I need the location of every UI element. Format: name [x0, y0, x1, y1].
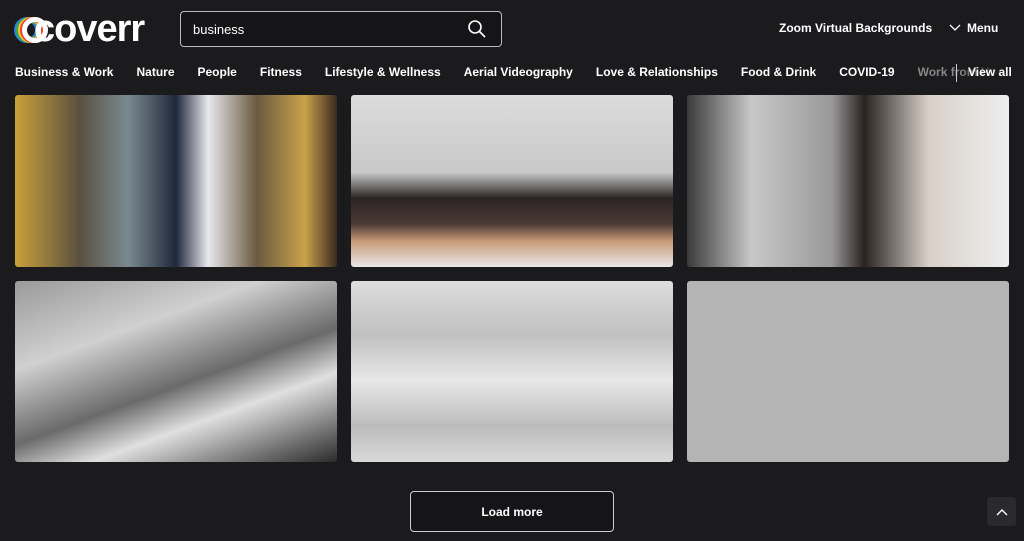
- video-tile-keyboard[interactable]: [351, 281, 673, 462]
- video-tile-man-phone[interactable]: [15, 95, 337, 267]
- scroll-to-top-button[interactable]: [987, 497, 1016, 526]
- chevron-up-icon: [996, 508, 1007, 515]
- load-more-button[interactable]: Load more: [410, 491, 614, 532]
- video-tile-typing-laptop[interactable]: [15, 281, 337, 462]
- category-nature[interactable]: Nature: [136, 65, 174, 79]
- coverr-logo[interactable]: coverr: [14, 8, 145, 51]
- category-lifestyle[interactable]: Lifestyle & Wellness: [325, 65, 441, 79]
- search-box: [180, 11, 502, 47]
- category-aerial[interactable]: Aerial Videography: [464, 65, 573, 79]
- category-fitness[interactable]: Fitness: [260, 65, 302, 79]
- chevron-down-icon: [949, 24, 961, 31]
- search-input[interactable]: [181, 12, 461, 46]
- video-tile-grey[interactable]: [687, 281, 1009, 462]
- category-covid[interactable]: COVID-19: [839, 65, 894, 79]
- view-all-link[interactable]: View all: [968, 65, 1012, 79]
- category-people[interactable]: People: [198, 65, 237, 79]
- category-love[interactable]: Love & Relationships: [596, 65, 718, 79]
- category-business-work[interactable]: Business & Work: [15, 65, 113, 79]
- menu-button[interactable]: Menu: [949, 21, 998, 35]
- menu-label: Menu: [967, 21, 999, 35]
- category-food[interactable]: Food & Drink: [741, 65, 816, 79]
- zoom-backgrounds-link[interactable]: Zoom Virtual Backgrounds: [779, 21, 932, 35]
- category-nav: Business & Work Nature People Fitness Li…: [15, 65, 1024, 79]
- search-icon[interactable]: [467, 19, 487, 39]
- video-tile-blurred-office[interactable]: [687, 95, 1009, 267]
- video-tile-meeting[interactable]: [351, 95, 673, 267]
- divider: [956, 64, 957, 82]
- logo-text: coverr: [34, 8, 145, 50]
- header: coverr Zoom Virtual Backgrounds Menu Bus…: [0, 0, 1024, 95]
